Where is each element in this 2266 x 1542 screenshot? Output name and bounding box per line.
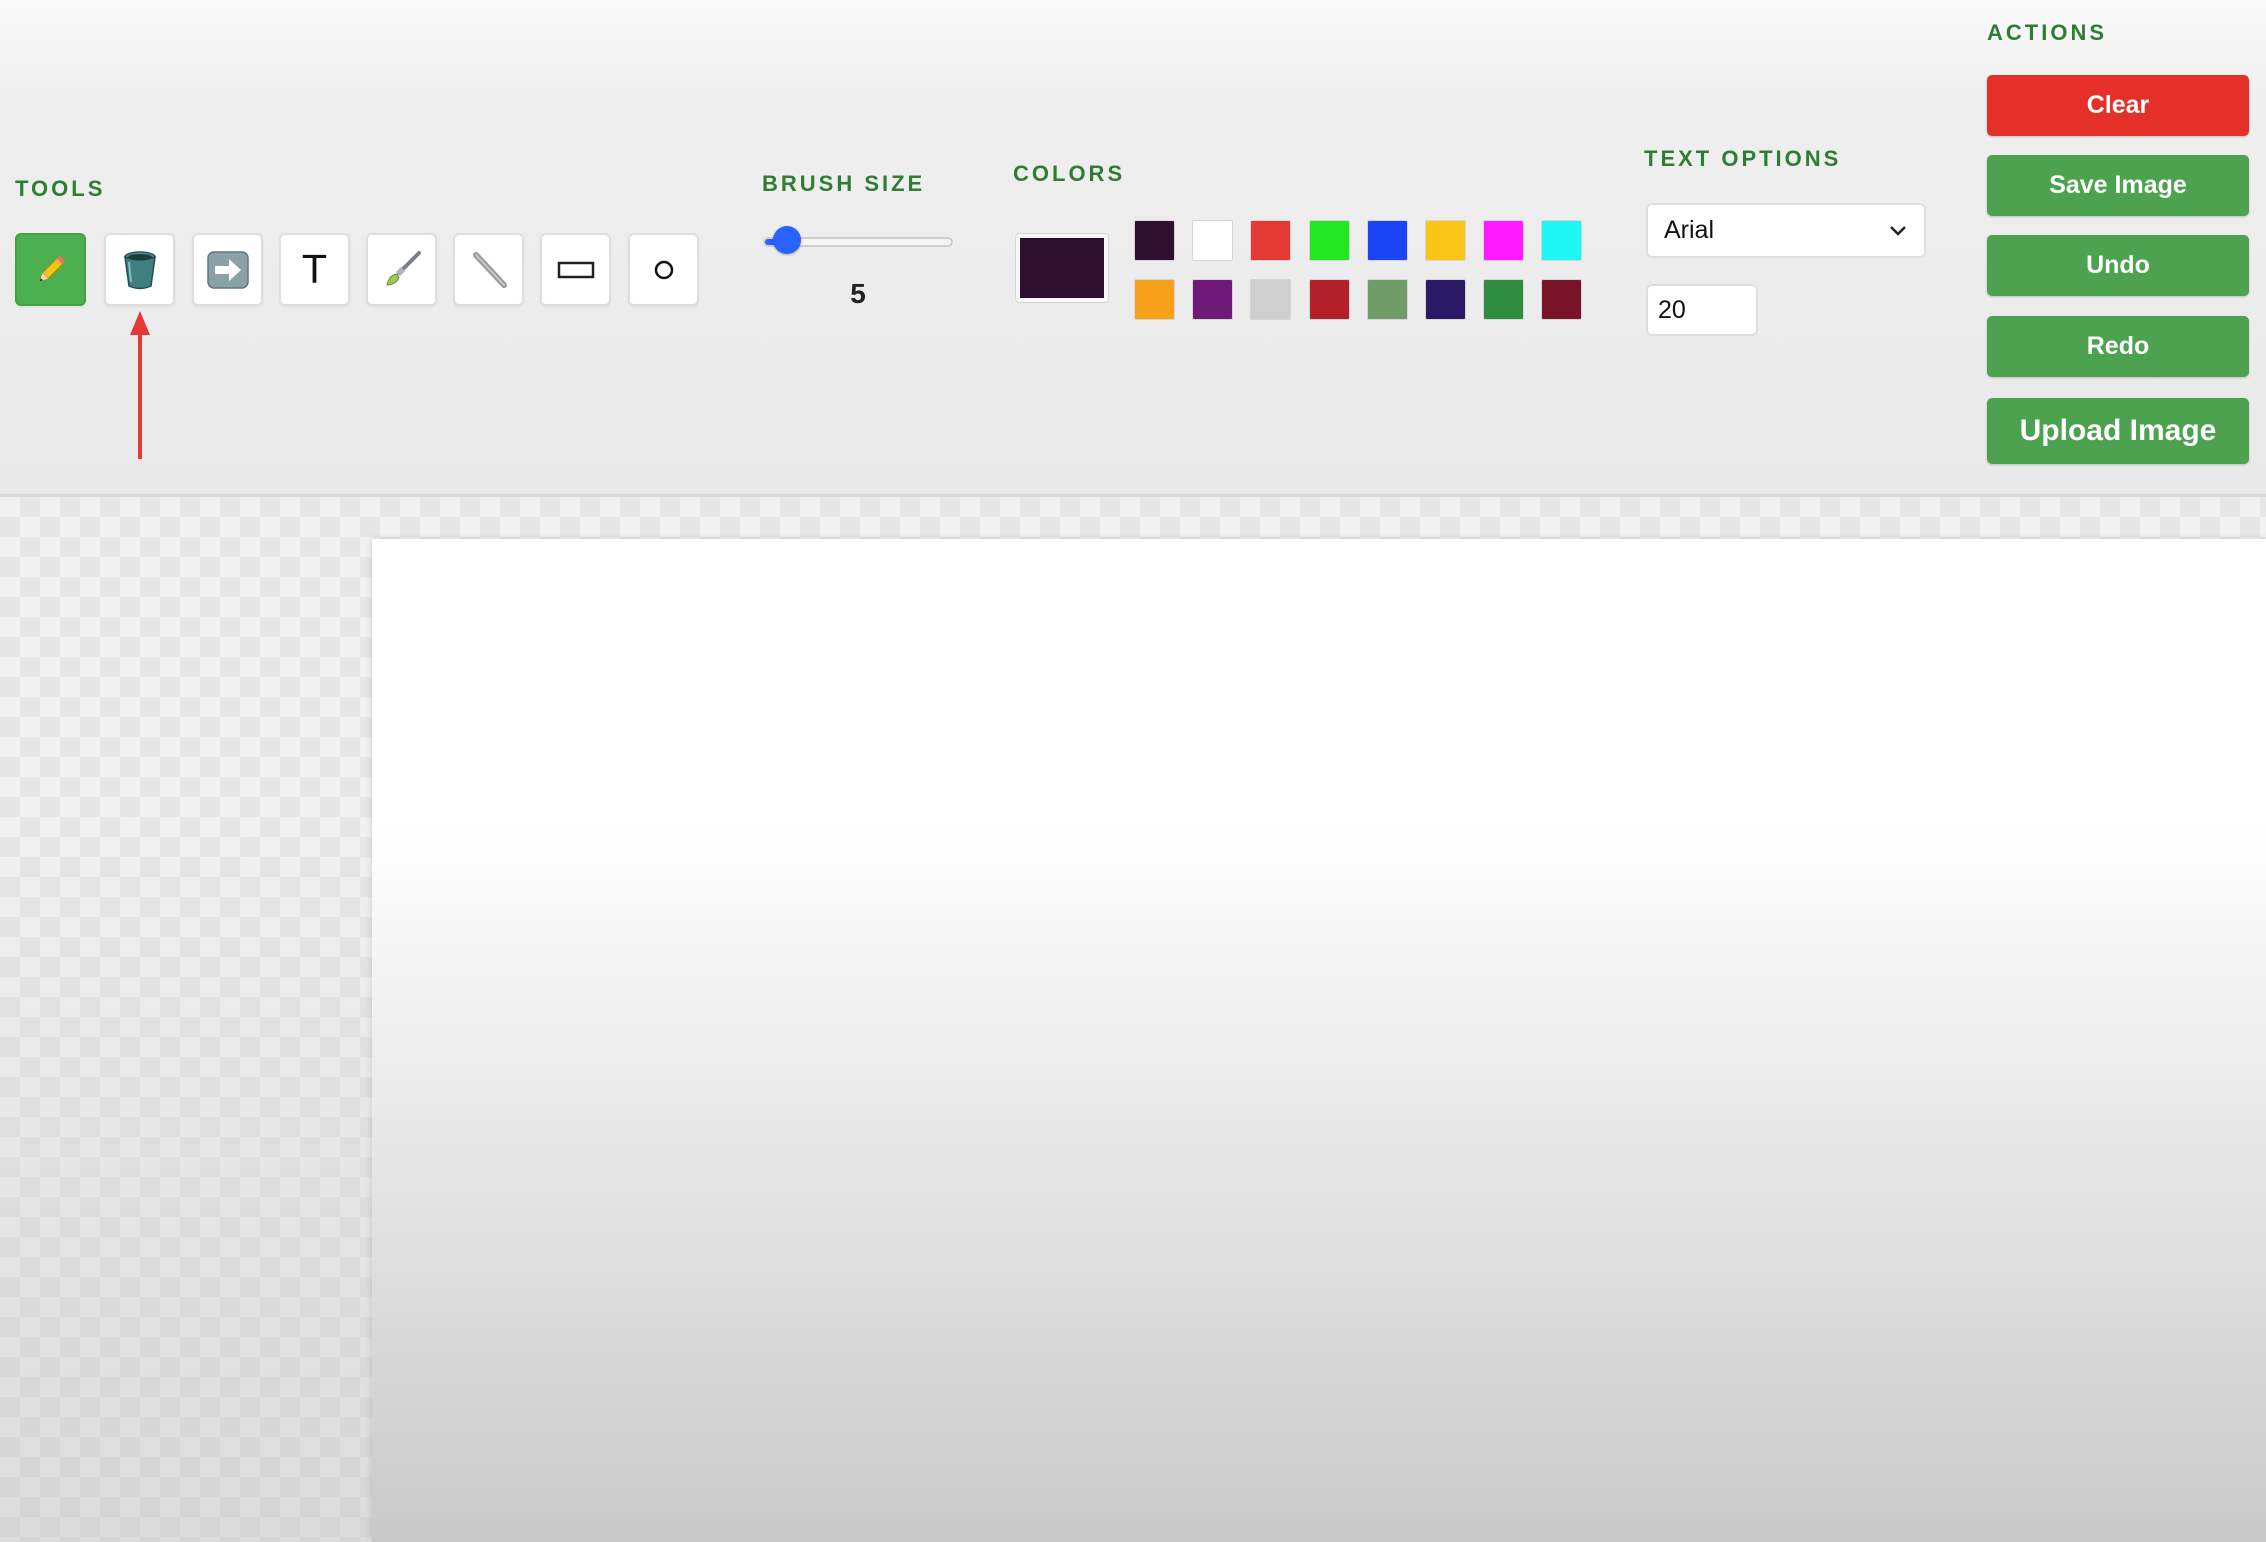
rectangle-tool-button[interactable] [540, 233, 611, 306]
brush-tool-button[interactable] [366, 233, 437, 306]
colors-title: COLORS [1013, 161, 1126, 186]
color-swatch[interactable] [1134, 220, 1175, 261]
line-icon [468, 249, 510, 291]
paint-bucket-icon [120, 248, 160, 292]
line-tool-button[interactable] [453, 233, 524, 306]
canvas-workspace [0, 497, 2266, 1542]
color-swatch[interactable] [1250, 220, 1291, 261]
drawing-canvas[interactable] [372, 539, 2266, 1542]
fill-tool-button[interactable] [104, 233, 175, 306]
color-swatch[interactable] [1192, 220, 1233, 261]
annotation-arrow [130, 311, 150, 459]
color-swatch[interactable] [1134, 279, 1175, 320]
color-swatch[interactable] [1309, 220, 1350, 261]
color-swatch[interactable] [1367, 220, 1408, 261]
clear-button[interactable]: Clear [1987, 75, 2249, 136]
circle-tool-button[interactable] [628, 233, 699, 306]
circle-icon [652, 258, 676, 282]
arrow-tool-button[interactable] [192, 233, 263, 306]
color-swatch[interactable] [1192, 279, 1233, 320]
current-color-preview[interactable] [1016, 234, 1108, 302]
arrow-right-icon [206, 250, 249, 289]
color-swatch[interactable] [1425, 220, 1466, 261]
color-swatch[interactable] [1250, 279, 1291, 320]
toolbar: TOOLS T BRUSH SIZE 5 COLORS TEXT OPTIONS… [0, 0, 2266, 497]
color-swatch[interactable] [1367, 279, 1408, 320]
brush-size-slider-thumb[interactable] [772, 226, 801, 254]
redo-button[interactable]: Redo [1987, 316, 2249, 377]
color-swatch[interactable] [1425, 279, 1466, 320]
text-tool-button[interactable]: T [279, 233, 350, 306]
actions-title: ACTIONS [1987, 20, 2107, 45]
pencil-tool-button[interactable] [15, 233, 86, 306]
text-options-title: TEXT OPTIONS [1644, 146, 1842, 171]
color-swatch[interactable] [1483, 279, 1524, 320]
brush-size-value: 5 [850, 278, 866, 309]
color-swatch[interactable] [1309, 279, 1350, 320]
font-size-input[interactable] [1646, 284, 1758, 336]
upload-image-button[interactable]: Upload Image [1987, 398, 2249, 464]
tools-title: TOOLS [15, 176, 106, 201]
paintbrush-icon [381, 249, 423, 291]
pencil-icon [31, 250, 71, 290]
undo-button[interactable]: Undo [1987, 235, 2249, 296]
text-icon: T [302, 247, 327, 292]
chevron-down-icon [1888, 216, 1908, 245]
color-swatch[interactable] [1483, 220, 1524, 261]
color-swatch[interactable] [1541, 220, 1582, 261]
save-image-button[interactable]: Save Image [1987, 155, 2249, 216]
font-family-value: Arial [1664, 216, 1715, 244]
rectangle-icon [556, 258, 596, 282]
font-family-select[interactable]: Arial [1646, 203, 1926, 258]
color-swatch[interactable] [1541, 279, 1582, 320]
brush-size-title: BRUSH SIZE [762, 171, 926, 196]
